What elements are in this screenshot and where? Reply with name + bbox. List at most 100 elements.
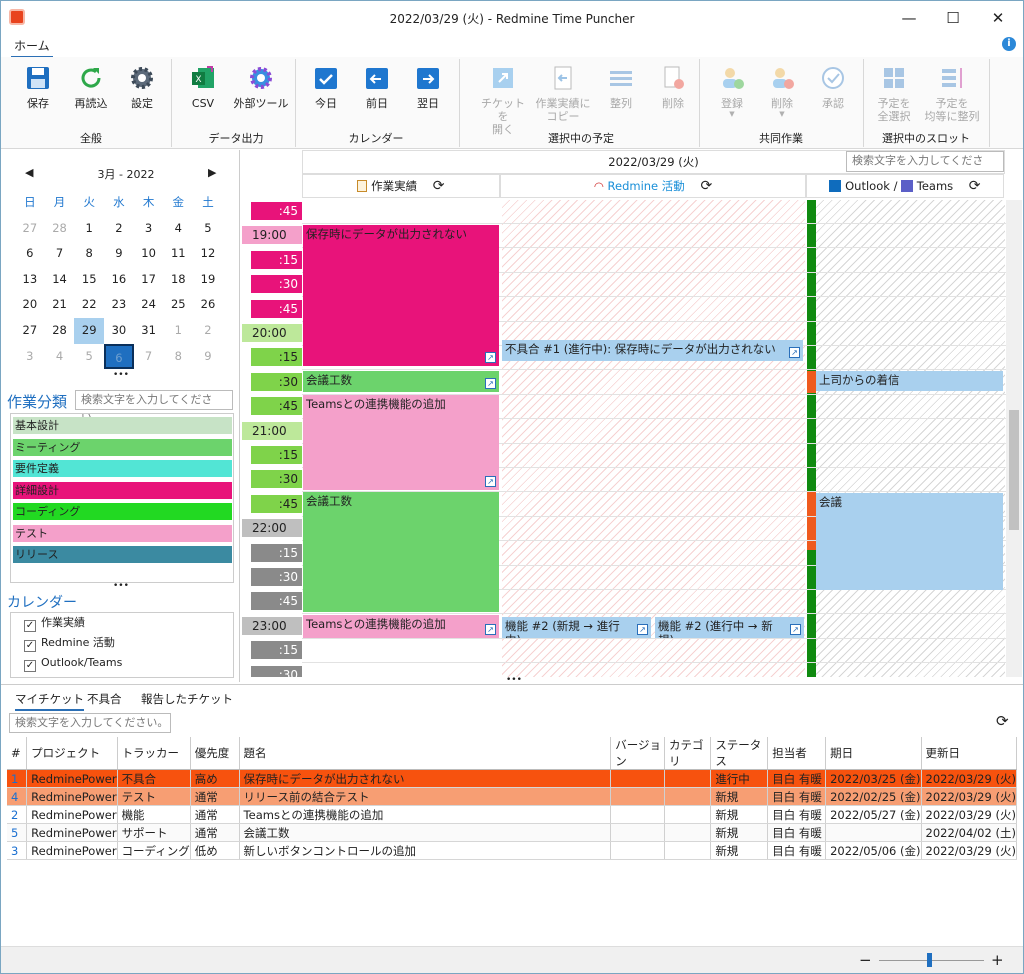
- calendar-day[interactable]: 18: [163, 267, 193, 293]
- category-item[interactable]: 基本設計: [13, 417, 232, 434]
- event-work-1[interactable]: 保存時にデータが出力されない ↗: [303, 225, 499, 366]
- even-arrange-button[interactable]: 予定を 均等に整列: [920, 65, 984, 127]
- category-item[interactable]: 要件定義: [13, 460, 232, 477]
- zoom-slider-thumb[interactable]: [927, 953, 932, 967]
- prev-day-button[interactable]: 前日: [361, 65, 393, 127]
- calendar-day[interactable]: 8: [74, 241, 104, 267]
- delete-button[interactable]: 削除: [656, 65, 690, 127]
- delete-member-button[interactable]: 削除 ▼: [766, 65, 798, 127]
- event-work-4[interactable]: 会議工数: [303, 492, 499, 612]
- calendar-day[interactable]: 6: [15, 241, 45, 267]
- event-outlook-1[interactable]: 上司からの着信: [816, 371, 1003, 391]
- calendar-day[interactable]: 26: [193, 292, 223, 318]
- approve-button[interactable]: 承認: [816, 65, 850, 127]
- calendar-day[interactable]: 25: [163, 292, 193, 318]
- zoom-in-button[interactable]: +: [991, 951, 1004, 969]
- calendar-toggle-redmine[interactable]: ✓ Redmine 活動: [24, 635, 115, 653]
- save-button[interactable]: 保存: [21, 65, 55, 127]
- calendar-day[interactable]: 23: [104, 292, 134, 318]
- column-header[interactable]: 担当者: [767, 737, 827, 770]
- tab-home[interactable]: ホーム: [11, 37, 53, 58]
- calendar-day[interactable]: 11: [163, 241, 193, 267]
- calendar-day[interactable]: 3: [134, 216, 164, 242]
- column-header[interactable]: 期日: [825, 737, 922, 770]
- external-link-icon[interactable]: ↗: [485, 352, 496, 363]
- external-link-icon[interactable]: ↗: [789, 347, 800, 358]
- minimize-button[interactable]: —: [894, 8, 924, 28]
- column-header[interactable]: カテゴリ: [664, 737, 712, 770]
- column-header[interactable]: プロジェクト: [26, 737, 118, 770]
- event-work-5[interactable]: Teamsとの連携機能の追加 ↗: [303, 615, 499, 638]
- today-button[interactable]: 今日: [310, 65, 342, 127]
- zoom-out-button[interactable]: −: [859, 951, 872, 969]
- close-button[interactable]: ✕: [983, 8, 1013, 28]
- calendar-day[interactable]: 28: [45, 318, 75, 344]
- calendar-day[interactable]: 4: [45, 344, 75, 370]
- calendar-day[interactable]: 4: [163, 216, 193, 242]
- column-header[interactable]: 更新日: [921, 737, 1018, 770]
- external-link-icon[interactable]: ↗: [637, 624, 648, 635]
- next-month-button[interactable]: ▶: [208, 166, 216, 179]
- external-link-icon[interactable]: ↗: [485, 378, 496, 389]
- select-all-slots-button[interactable]: 予定を 全選択: [871, 65, 917, 127]
- calendar-day[interactable]: 1: [74, 216, 104, 242]
- calendar-day[interactable]: 13: [15, 267, 45, 293]
- calendar-toggle-outlook[interactable]: ✓ Outlook/Teams: [24, 655, 122, 673]
- calendar-day[interactable]: 22: [74, 292, 104, 318]
- maximize-button[interactable]: ☐: [938, 8, 968, 28]
- category-more[interactable]: •••: [113, 581, 129, 591]
- arrange-button[interactable]: 整列: [604, 65, 638, 127]
- refresh-redmine-icon[interactable]: ⟳: [700, 178, 712, 194]
- event-work-3[interactable]: Teamsとの連携機能の追加 ↗: [303, 395, 499, 490]
- calendar-day[interactable]: 27: [15, 318, 45, 344]
- calendar-day[interactable]: 8: [163, 344, 193, 370]
- settings-button[interactable]: 設定: [124, 65, 160, 127]
- category-item[interactable]: 詳細設計: [13, 481, 232, 499]
- calendar-day[interactable]: 9: [193, 344, 223, 370]
- event-redmine-3[interactable]: 機能 #2 (進行中 → 新規):... ↗: [655, 617, 804, 638]
- event-work-2[interactable]: 会議工数 ↗: [303, 371, 499, 392]
- category-item[interactable]: ミーティング: [13, 438, 232, 456]
- calendar-day[interactable]: 16: [104, 267, 134, 293]
- calendar-day[interactable]: 7: [45, 241, 75, 267]
- refresh-work-icon[interactable]: ⟳: [433, 178, 445, 194]
- calendar-day[interactable]: 24: [134, 292, 164, 318]
- calendar-day[interactable]: 27: [15, 216, 45, 242]
- category-item[interactable]: リリース: [13, 546, 232, 563]
- calendar-day[interactable]: 14: [45, 267, 75, 293]
- calendar-day[interactable]: 2: [104, 216, 134, 242]
- refresh-tickets-icon[interactable]: ⟳: [996, 712, 1009, 730]
- column-header[interactable]: #: [7, 737, 28, 770]
- category-item[interactable]: テスト: [13, 524, 232, 542]
- column-header[interactable]: ステータス: [710, 737, 769, 770]
- column-header[interactable]: バージョン: [610, 737, 666, 770]
- prev-month-button[interactable]: ◀: [25, 166, 33, 179]
- tab-reported[interactable]: 報告したチケット: [141, 691, 233, 707]
- calendar-day[interactable]: 6: [104, 343, 134, 370]
- column-header[interactable]: 優先度: [190, 737, 240, 770]
- column-header[interactable]: 題名: [239, 737, 612, 770]
- calendar-day[interactable]: 30: [104, 318, 134, 344]
- category-item[interactable]: コーディング: [13, 503, 232, 520]
- external-link-icon[interactable]: ↗: [485, 624, 496, 635]
- calendar-day[interactable]: 1: [163, 318, 193, 344]
- tab-bugs[interactable]: 不具合: [87, 691, 122, 707]
- table-row[interactable]: 1 RedminePower 不具合 高め 保存時にデータが出力されない 進行中 目白 有暖…: [7, 769, 1018, 788]
- calendar-day[interactable]: 29: [74, 317, 105, 344]
- calendar-day[interactable]: 5: [193, 216, 223, 242]
- table-row[interactable]: 2 RedminePower 機能 通常 Teamsとの連携機能の追加 新規 目白 有暖 20…: [7, 805, 1018, 824]
- calendar-day[interactable]: 21: [45, 292, 75, 318]
- tab-my-tickets[interactable]: マイチケット: [15, 691, 84, 711]
- register-button[interactable]: 登録 ▼: [716, 65, 748, 127]
- table-row[interactable]: 5 RedminePower サポート 通常 会議工数 新規 目白 有暖 2022/04/02…: [7, 823, 1018, 842]
- calendar-day[interactable]: 28: [45, 216, 75, 242]
- calendar-day[interactable]: 5: [74, 344, 104, 370]
- calendar-day[interactable]: 3: [15, 344, 45, 370]
- info-icon[interactable]: i: [1002, 37, 1016, 51]
- table-row[interactable]: 4 RedminePower テスト 通常 リリース前の結合テスト 新規 目白 有暖 2022…: [7, 787, 1018, 806]
- next-day-button[interactable]: 翌日: [412, 65, 444, 127]
- open-ticket-button[interactable]: チケットを 開く: [476, 65, 530, 136]
- external-tools-button[interactable]: 外部ツール: [233, 65, 289, 127]
- column-header[interactable]: トラッカー: [117, 737, 191, 770]
- external-link-icon[interactable]: ↗: [790, 624, 801, 635]
